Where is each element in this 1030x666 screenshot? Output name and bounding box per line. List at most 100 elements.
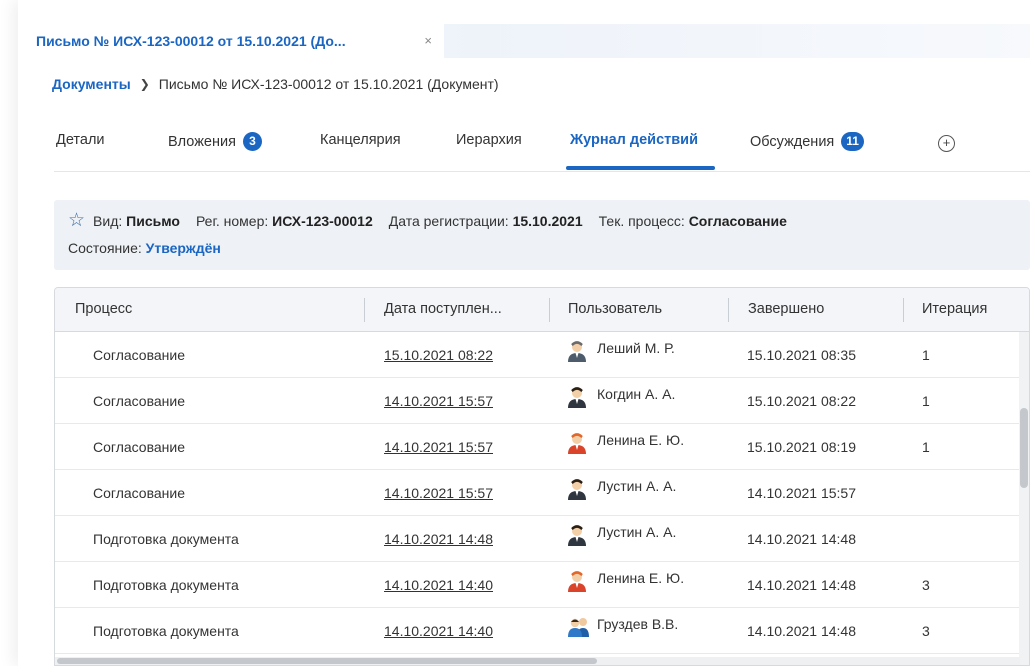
document-card: Письмо № ИСХ-123-00012 от 15.10.2021 (До… bbox=[18, 0, 1030, 666]
tab-attachments-label: Вложения bbox=[168, 133, 236, 150]
completed-cell: 15.10.2021 08:35 bbox=[747, 347, 856, 363]
user-name: Когдин А. А. bbox=[597, 386, 676, 402]
state-field: Состояние: Утверждён bbox=[68, 240, 221, 256]
add-tab-icon[interactable]: + bbox=[938, 135, 955, 152]
chevron-right-icon: ❯ bbox=[139, 77, 150, 91]
user-avatar-icon bbox=[567, 386, 587, 408]
received-date-link[interactable]: 14.10.2021 15:57 bbox=[384, 393, 493, 409]
state-value-link[interactable]: Утверждён bbox=[146, 240, 221, 256]
reg-date-label: Дата регистрации: bbox=[388, 213, 509, 229]
user-avatar-icon bbox=[567, 340, 587, 362]
user-cell: Ленина Е. Ю. bbox=[567, 570, 684, 592]
completed-cell: 14.10.2021 14:48 bbox=[747, 577, 856, 593]
user-name: Лустин А. А. bbox=[597, 478, 677, 494]
section-tabs: Детали Вложения 3 Канцелярия Иерархия Жу… bbox=[54, 122, 1030, 172]
process-cell: Подготовка документа bbox=[93, 623, 239, 639]
tab-office[interactable]: Канцелярия bbox=[320, 132, 401, 148]
user-cell: Лустин А. А. bbox=[567, 478, 676, 500]
kind-label: Вид: bbox=[93, 213, 123, 229]
user-avatar-icon bbox=[567, 570, 587, 592]
column-divider[interactable] bbox=[728, 298, 729, 322]
user-name: Ленина Е. Ю. bbox=[597, 432, 685, 448]
user-cell: Лустин А. А. bbox=[567, 524, 676, 546]
table-header: Процесс Дата поступлен... Пользователь З… bbox=[55, 288, 1029, 332]
table-row[interactable]: Согласование 14.10.2021 15:57 Когдин А. А.… bbox=[55, 378, 1020, 424]
column-header-user[interactable]: Пользователь bbox=[568, 301, 662, 317]
completed-cell: 15.10.2021 08:22 bbox=[747, 393, 856, 409]
reg-number-field: Рег. номер: ИСХ-123-00012 bbox=[196, 213, 373, 229]
vertical-scrollbar-thumb[interactable] bbox=[1020, 408, 1028, 488]
table-row[interactable]: Согласование 15.10.2021 08:22 Леший М. Р. 1… bbox=[55, 332, 1020, 378]
user-cell: Когдин А. А. bbox=[567, 386, 675, 408]
received-date-link[interactable]: 14.10.2021 15:57 bbox=[384, 439, 493, 455]
iteration-cell: 1 bbox=[922, 393, 930, 409]
user-avatar-icon bbox=[567, 524, 587, 546]
user-name: Груздев В.В. bbox=[597, 616, 679, 632]
received-date-link[interactable]: 14.10.2021 15:57 bbox=[384, 485, 493, 501]
tab-action-log[interactable]: Журнал действий bbox=[570, 132, 698, 148]
user-name: Лустин А. А. bbox=[597, 524, 677, 540]
kind-field: Вид: Письмо bbox=[93, 213, 180, 229]
column-header-completed[interactable]: Завершено bbox=[748, 301, 824, 317]
close-icon[interactable]: × bbox=[424, 33, 432, 48]
tab-details-label: Детали bbox=[56, 132, 105, 148]
tab-hierarchy[interactable]: Иерархия bbox=[456, 132, 522, 148]
tab-hierarchy-label: Иерархия bbox=[456, 132, 522, 148]
received-date-link[interactable]: 15.10.2021 08:22 bbox=[384, 347, 493, 363]
user-avatar-icon bbox=[567, 478, 587, 500]
current-process-value: Согласование bbox=[688, 213, 787, 229]
horizontal-scrollbar-thumb[interactable] bbox=[57, 658, 597, 664]
column-header-iteration[interactable]: Итерация bbox=[922, 301, 987, 317]
table-row[interactable]: Подготовка документа 14.10.2021 14:40 Лени… bbox=[55, 562, 1020, 608]
process-cell: Согласование bbox=[93, 393, 185, 409]
window-tab-strip: Письмо № ИСХ-123-00012 от 15.10.2021 (До… bbox=[18, 24, 1030, 58]
iteration-cell: 3 bbox=[922, 577, 930, 593]
active-tab-underline bbox=[566, 166, 715, 170]
user-name: Ленина Е. Ю. bbox=[597, 570, 685, 586]
received-date-link[interactable]: 14.10.2021 14:40 bbox=[384, 623, 493, 639]
document-window-tab-title: Письмо № ИСХ-123-00012 от 15.10.2021 (До… bbox=[36, 33, 346, 49]
reg-date-field: Дата регистрации: 15.10.2021 bbox=[389, 213, 583, 229]
column-divider[interactable] bbox=[549, 298, 550, 322]
column-header-received[interactable]: Дата поступлен... bbox=[384, 301, 502, 317]
attachments-count-badge: 3 bbox=[242, 132, 262, 151]
breadcrumb-documents-link[interactable]: Документы bbox=[52, 76, 131, 92]
process-cell: Подготовка документа bbox=[93, 577, 239, 593]
horizontal-scrollbar[interactable] bbox=[55, 657, 1020, 665]
column-header-process[interactable]: Процесс bbox=[75, 301, 132, 317]
discussions-count-badge: 11 bbox=[841, 132, 864, 151]
action-log-table: Процесс Дата поступлен... Пользователь З… bbox=[54, 287, 1030, 666]
current-process-label: Тек. процесс: bbox=[598, 213, 685, 229]
completed-cell: 15.10.2021 08:19 bbox=[747, 439, 856, 455]
iteration-cell: 1 bbox=[922, 439, 930, 455]
iteration-cell: 1 bbox=[922, 347, 930, 363]
document-window-tab[interactable]: Письмо № ИСХ-123-00012 от 15.10.2021 (До… bbox=[26, 24, 444, 58]
kind-value: Письмо bbox=[126, 213, 180, 229]
process-cell: Согласование bbox=[93, 485, 185, 501]
table-row[interactable]: Согласование 14.10.2021 15:57 Ленина Е. Ю.… bbox=[55, 424, 1020, 470]
table-row[interactable]: Подготовка документа 14.10.2021 14:48 Луст… bbox=[55, 516, 1020, 562]
tab-details[interactable]: Детали bbox=[56, 132, 105, 148]
tab-attachments[interactable]: Вложения 3 bbox=[168, 132, 262, 151]
completed-cell: 14.10.2021 15:57 bbox=[747, 485, 856, 501]
breadcrumb: Документы ❯ Письмо № ИСХ-123-00012 от 15… bbox=[52, 76, 499, 92]
favorite-star-icon[interactable]: ☆ bbox=[68, 211, 85, 230]
received-date-link[interactable]: 14.10.2021 14:48 bbox=[384, 531, 493, 547]
completed-cell: 14.10.2021 14:48 bbox=[747, 531, 856, 547]
breadcrumb-current: Письмо № ИСХ-123-00012 от 15.10.2021 (До… bbox=[158, 76, 499, 92]
process-cell: Согласование bbox=[93, 439, 185, 455]
table-row[interactable]: Подготовка документа 14.10.2021 14:40 Груз… bbox=[55, 608, 1020, 654]
user-cell: Леший М. Р. bbox=[567, 340, 675, 362]
received-date-link[interactable]: 14.10.2021 14:40 bbox=[384, 577, 493, 593]
column-divider[interactable] bbox=[364, 298, 365, 322]
user-cell: Ленина Е. Ю. bbox=[567, 432, 684, 454]
current-process-field: Тек. процесс: Согласование bbox=[599, 213, 787, 229]
user-avatar-icon bbox=[567, 432, 587, 454]
table-row[interactable]: Согласование 14.10.2021 15:57 Лустин А. А.… bbox=[55, 470, 1020, 516]
vertical-scrollbar[interactable] bbox=[1019, 332, 1029, 665]
tab-discussions[interactable]: Обсуждения 11 bbox=[750, 132, 864, 151]
completed-cell: 14.10.2021 14:48 bbox=[747, 623, 856, 639]
reg-date-value: 15.10.2021 bbox=[512, 213, 583, 229]
column-divider[interactable] bbox=[903, 298, 904, 322]
tab-action-log-label: Журнал действий bbox=[570, 132, 698, 148]
